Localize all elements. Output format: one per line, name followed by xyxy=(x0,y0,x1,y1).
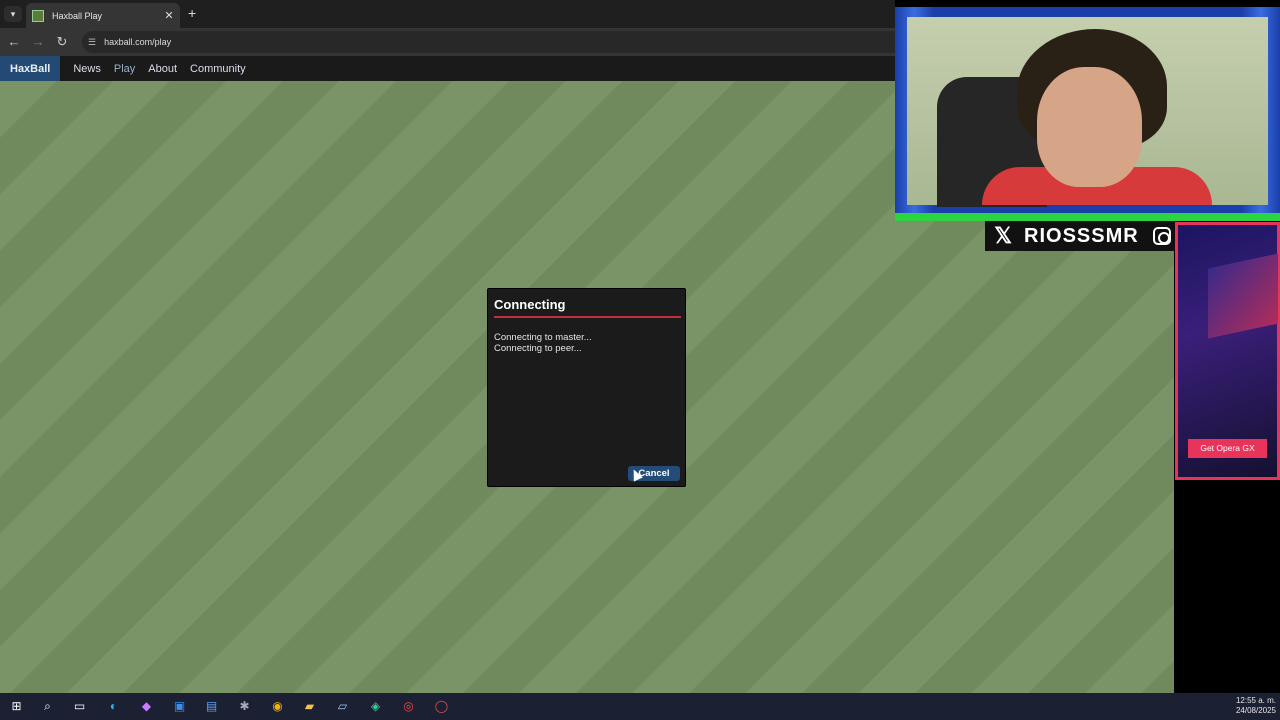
log-line: Connecting to master... xyxy=(494,332,592,343)
sidebar-ad[interactable]: Get Opera GX xyxy=(1175,222,1280,480)
opera-gx-icon[interactable]: ◯ xyxy=(434,699,449,714)
site-info-icon[interactable]: ☰ xyxy=(88,37,96,48)
log-line: Connecting to peer... xyxy=(494,343,582,354)
outlook-icon[interactable]: ▣ xyxy=(172,699,187,714)
favicon-icon xyxy=(32,9,44,22)
task-view-icon[interactable]: ▭ xyxy=(72,699,87,714)
nav-link-community[interactable]: Community xyxy=(190,63,246,75)
nav-link-about[interactable]: About xyxy=(148,63,177,75)
ad-monitor-image xyxy=(1208,253,1278,339)
app2-icon[interactable]: ◈ xyxy=(368,699,383,714)
instagram-icon xyxy=(1152,227,1171,245)
windows-taskbar: ⊞ ⌕ ▭ ◐ ◆ ▣ ▤ ✱ ◉ ▰ ▱ ◈ ◎ ◯ 12:55 a. m. … xyxy=(0,693,1280,720)
webcam-feed xyxy=(907,17,1268,207)
tab-search-button[interactable]: ▾ xyxy=(4,6,22,22)
x-logo-icon: 𝕏 xyxy=(994,223,1013,248)
notepad-icon[interactable]: ▱ xyxy=(335,699,350,714)
webcam-overlay xyxy=(895,7,1280,221)
copilot-icon[interactable]: ◆ xyxy=(139,699,154,714)
social-handle: RIOSSSMR xyxy=(1024,224,1139,247)
file-explorer-icon[interactable]: ▰ xyxy=(302,699,317,714)
ad-cta-button[interactable]: Get Opera GX xyxy=(1188,439,1267,458)
dialog-log: Connecting to master... Connecting to pe… xyxy=(494,332,592,354)
search-icon[interactable]: ⌕ xyxy=(40,699,55,714)
connecting-dialog: Connecting Connecting to master... Conne… xyxy=(487,288,686,487)
start-icon[interactable]: ⊞ xyxy=(9,699,24,714)
url-text: haxball.com/play xyxy=(104,37,172,47)
site-navbar: HaxBall News Play About Community xyxy=(0,56,895,81)
side-blank xyxy=(1174,480,1280,693)
address-bar[interactable]: ☰ haxball.com/play xyxy=(82,31,895,53)
browser-toolbar: ← → ↻ ☰ haxball.com/play xyxy=(0,28,895,56)
nav-link-news[interactable]: News xyxy=(73,63,101,75)
clock-time: 12:55 a. m. xyxy=(1235,696,1276,705)
browser-tab[interactable]: Haxball Play ✕ xyxy=(26,3,180,28)
clock-date: 24/08/2025 xyxy=(1235,706,1276,715)
forward-button[interactable]: → xyxy=(30,34,46,49)
taskbar-clock[interactable]: 12:55 a. m. 24/08/2025 xyxy=(1236,696,1276,716)
social-banner: 𝕏 RIOSSSMR xyxy=(985,221,1180,251)
brand-link[interactable]: HaxBall xyxy=(0,56,61,81)
streamer-face xyxy=(1037,67,1142,187)
back-button[interactable]: ← xyxy=(6,34,22,49)
dialog-title: Connecting xyxy=(494,297,566,312)
chrome-icon[interactable]: ◉ xyxy=(270,699,285,714)
tab-title: Haxball Play xyxy=(52,10,103,21)
recorder-icon[interactable]: ◎ xyxy=(401,699,416,714)
store-icon[interactable]: ▤ xyxy=(204,699,219,714)
new-tab-button[interactable]: + xyxy=(188,5,196,21)
dialog-divider xyxy=(494,316,681,318)
reload-button[interactable]: ↻ xyxy=(54,34,70,50)
nav-link-play[interactable]: Play xyxy=(114,63,135,75)
browser-tabbar: ▾ Haxball Play ✕ + xyxy=(0,0,895,28)
app-icon[interactable]: ✱ xyxy=(237,699,252,714)
close-tab-icon[interactable]: ✕ xyxy=(162,9,176,22)
edge-icon[interactable]: ◐ xyxy=(106,699,121,714)
